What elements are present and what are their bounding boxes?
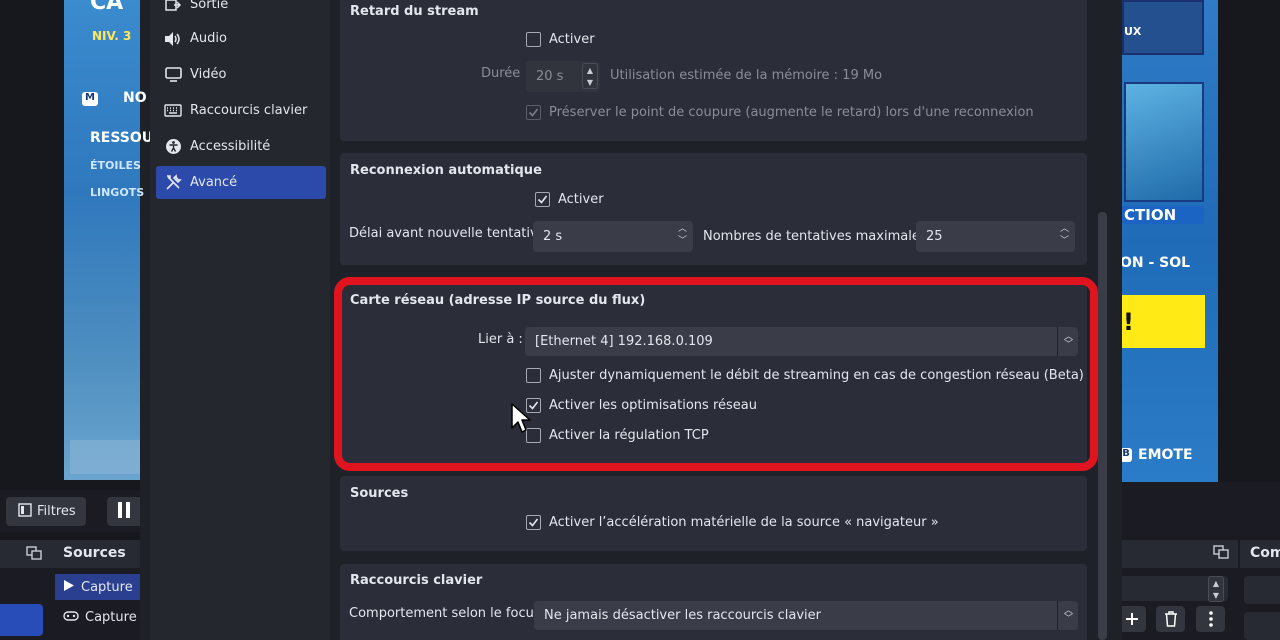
hotkeys-settings-title: Raccourcis clavier	[350, 573, 483, 588]
select-separator	[1057, 601, 1058, 630]
preview-yellow-banner	[1122, 295, 1205, 348]
sources-settings-title: Sources	[350, 486, 409, 501]
play-icon	[63, 579, 75, 596]
trash-icon[interactable]	[1156, 606, 1185, 632]
sidebar-item-audio[interactable]: Audio	[156, 22, 326, 55]
preview-text: LINGOTS	[90, 186, 145, 199]
browser-accel-label: Activer l’accélération matérielle de la …	[549, 515, 939, 530]
right-dock-field[interactable]	[1244, 612, 1280, 640]
filters-button-label: Filtres	[37, 504, 76, 519]
preview-text: CA	[90, 0, 124, 15]
preview-badge: M	[82, 92, 98, 106]
preview-text: NIV. 3	[92, 29, 132, 43]
output-icon	[164, 0, 182, 14]
screen: CA NIV. 3 M NO RESSOU ÉTOILES LINGOTS UX…	[0, 0, 1280, 640]
auto-reconnect-enable-checkbox[interactable]	[535, 192, 550, 207]
more-vertical-icon[interactable]	[1196, 606, 1225, 632]
settings-scrollbar[interactable]	[1098, 212, 1107, 640]
keyboard-icon	[164, 102, 182, 120]
sidebar-item-label: Audio	[190, 31, 227, 46]
duration-label: Durée	[481, 66, 521, 81]
preview-text: ÉTOILES	[90, 159, 141, 172]
sidebar-item-label: Vidéo	[190, 67, 227, 82]
mouse-cursor-icon	[510, 402, 532, 438]
sidebar-item-label: Avancé	[190, 175, 238, 190]
memory-usage-text: Utilisation estimée de la mémoire : 19 M…	[610, 68, 883, 83]
annotation-highlight-box	[334, 277, 1098, 471]
preview-text: NO	[123, 90, 147, 106]
preserve-cutpoint-label: Préserver le point de coupure (augmente …	[549, 105, 1034, 120]
stream-delay-title: Retard du stream	[350, 4, 479, 19]
pause-button[interactable]	[107, 497, 140, 526]
max-retries-label: Nombres de tentatives maximales	[703, 229, 927, 244]
pause-icon	[117, 501, 131, 522]
duration-spin-arrows[interactable]: ▲ ▼	[582, 63, 598, 89]
sidebar-item-label: Sortie	[190, 0, 229, 12]
retry-delay-label: Délai avant nouvelle tentative	[349, 226, 546, 241]
filter-icon	[18, 502, 32, 521]
focus-behavior-select[interactable]: Ne jamais désactiver les raccourcis clav…	[534, 601, 1078, 630]
sidebar-item-hotkeys[interactable]: Raccourcis clavier	[156, 94, 326, 127]
focus-behavior-label: Comportement selon le focus	[349, 606, 541, 621]
right-dock-spinbox[interactable]: ▲ ▼	[1122, 576, 1228, 602]
retry-delay-spinbox[interactable]: 2 s ︿ ﹀	[533, 221, 693, 252]
preview-text: EMOTE	[1138, 447, 1193, 463]
right-dock-field[interactable]	[1244, 576, 1280, 604]
preview-ice-decor	[70, 440, 140, 474]
undock-icon[interactable]	[26, 546, 42, 564]
sidebar-item-accessibility[interactable]: Accessibilité	[156, 130, 326, 163]
tools-icon	[164, 174, 182, 192]
sidebar-item-advanced[interactable]: Avancé	[156, 166, 326, 199]
source-item[interactable]: Capture	[55, 574, 140, 600]
preview-text: CTION	[1120, 206, 1204, 224]
chevron-updown-icon: ︿ ﹀	[1063, 606, 1073, 624]
filters-button[interactable]: Filtres	[6, 497, 86, 526]
preview-text: !	[1123, 308, 1134, 336]
source-item-label: Capture	[81, 579, 133, 595]
preview-text: RESSOU	[90, 130, 154, 146]
preview-text: UX	[1124, 25, 1142, 38]
auto-reconnect-enable-label: Activer	[558, 192, 604, 207]
max-retries-spinbox[interactable]: 25 ︿ ﹀	[916, 221, 1075, 252]
gamepad-icon	[63, 610, 79, 625]
browser-accel-checkbox[interactable]	[526, 515, 541, 530]
accessibility-icon	[164, 138, 182, 156]
preview-left	[64, 0, 140, 480]
scene-selected-item[interactable]	[0, 604, 43, 636]
stream-delay-enable-checkbox[interactable]	[526, 32, 541, 47]
sidebar-item-label: Accessibilité	[190, 139, 271, 154]
duration-value: 20 s	[536, 69, 564, 84]
speaker-icon	[164, 30, 182, 48]
sidebar-item-video[interactable]: Vidéo	[156, 58, 326, 91]
max-retries-value: 25	[926, 229, 943, 244]
sidebar-item-output[interactable]: Sortie	[156, 0, 326, 21]
preview-card-image	[1124, 82, 1204, 202]
spin-arrows[interactable]: ︿ ﹀	[678, 225, 687, 246]
source-item-label: Capture	[85, 609, 137, 625]
sidebar-item-label: Raccourcis clavier	[190, 103, 308, 118]
spin-arrows[interactable]: ︿ ﹀	[1060, 225, 1069, 246]
preview-right	[1122, 0, 1218, 482]
spin-arrows[interactable]: ▲ ▼	[1208, 576, 1224, 602]
sources-dock-header: Sources	[0, 540, 140, 568]
undock-icon[interactable]	[1213, 545, 1229, 563]
preview-text: ON - SOL	[1120, 255, 1191, 271]
sources-dock-title: Sources	[63, 545, 126, 561]
monitor-icon	[164, 66, 182, 84]
focus-behavior-value: Ne jamais désactiver les raccourcis clav…	[544, 608, 822, 623]
stream-delay-enable-label: Activer	[549, 32, 595, 47]
right-dock-title: Com	[1240, 540, 1280, 568]
preserve-cutpoint-checkbox[interactable]	[526, 105, 541, 120]
auto-reconnect-title: Reconnexion automatique	[350, 163, 542, 178]
retry-delay-value: 2 s	[543, 229, 563, 244]
source-item[interactable]: Capture	[55, 604, 140, 630]
sources-settings-group	[340, 476, 1087, 551]
